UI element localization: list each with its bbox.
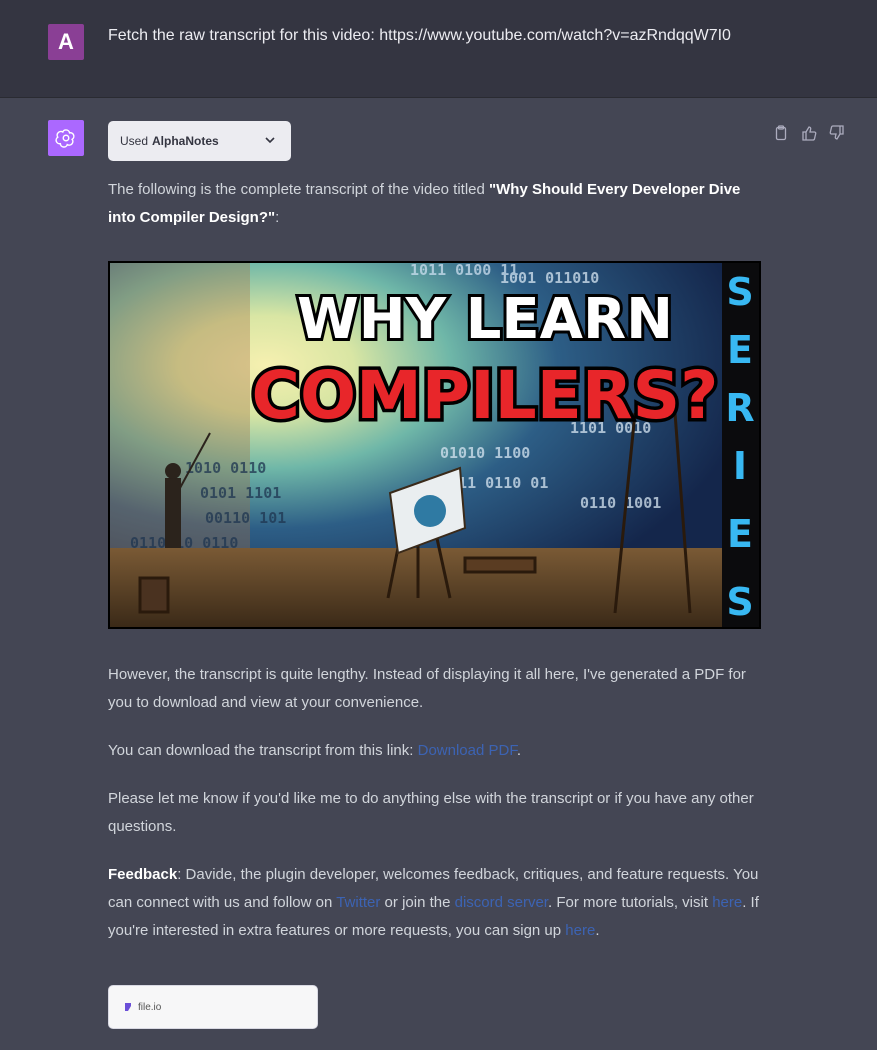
file-io-card[interactable]: file.io <box>108 985 318 1029</box>
svg-text:1011 0100 11: 1011 0100 11 <box>410 263 518 279</box>
message-actions <box>773 125 845 141</box>
series-letter: E <box>727 512 753 556</box>
feedback-label: Feedback <box>108 866 178 883</box>
user-avatar: A <box>48 24 84 60</box>
user-message-text: Fetch the raw transcript for this video:… <box>108 27 731 44</box>
svg-text:0101 1101: 0101 1101 <box>200 484 281 502</box>
questions-paragraph: Please let me know if you'd like me to d… <box>108 790 754 835</box>
plugin-name: AlphaNotes <box>152 134 219 148</box>
download-prefix: You can download the transcript from thi… <box>108 742 418 759</box>
intro-end: : <box>275 209 280 226</box>
openai-logo-icon <box>48 120 84 156</box>
download-paragraph: You can download the transcript from thi… <box>108 737 763 765</box>
svg-text:01010 1100: 01010 1100 <box>440 444 530 462</box>
assistant-message-row: Used AlphaNotes The following is the com… <box>0 98 877 1050</box>
thumbnail-line1: WHY LEARN <box>297 287 673 352</box>
series-letter: I <box>733 444 747 488</box>
thumbs-down-icon[interactable] <box>829 125 845 141</box>
feedback-paragraph: Feedback: Davide, the plugin developer, … <box>108 861 763 945</box>
series-letter: S <box>726 270 753 314</box>
clipboard-icon[interactable] <box>773 125 789 141</box>
thumbnail-line2: COMPILERS? <box>252 357 719 434</box>
series-letter: S <box>726 580 753 624</box>
tutorials-here-link[interactable]: here <box>712 894 742 911</box>
svg-text:00110 101: 00110 101 <box>205 509 286 527</box>
signup-here-link[interactable]: here <box>565 922 595 939</box>
thumbs-up-icon[interactable] <box>801 125 817 141</box>
plugin-used-dropdown[interactable]: Used AlphaNotes <box>108 121 291 161</box>
feedback-text: . For more tutorials, visit <box>547 894 713 911</box>
file-io-label: file.io <box>138 1001 162 1013</box>
download-suffix: . <box>516 742 521 759</box>
download-pdf-link[interactable]: Download PDF <box>418 742 517 759</box>
intro-text: The following is the complete transcript… <box>108 181 490 198</box>
feedback-text: or join the <box>380 894 455 911</box>
assistant-intro: The following is the complete transcript… <box>108 176 763 232</box>
feedback-text: . <box>595 922 600 939</box>
user-message-row: A Fetch the raw transcript for this vide… <box>0 0 877 98</box>
chevron-down-icon <box>263 133 277 150</box>
series-letter: E <box>727 328 753 372</box>
discord-server-link[interactable]: discord server <box>455 894 548 911</box>
series-letter: R <box>725 386 754 430</box>
plugin-used-prefix: Used <box>120 134 149 148</box>
twitter-link[interactable]: Twitter <box>336 894 380 911</box>
lengthy-paragraph: However, the transcript is quite lengthy… <box>108 666 746 711</box>
thumbnail-art: 1010 0110 0101 1101 00110 101 0110110 01… <box>110 263 759 627</box>
video-thumbnail: 1010 0110 0101 1101 00110 101 0110110 01… <box>108 261 761 629</box>
svg-text:1010 0110: 1010 0110 <box>185 459 266 477</box>
svg-text:0110 1001: 0110 1001 <box>580 494 661 512</box>
file-io-icon <box>123 1002 133 1012</box>
